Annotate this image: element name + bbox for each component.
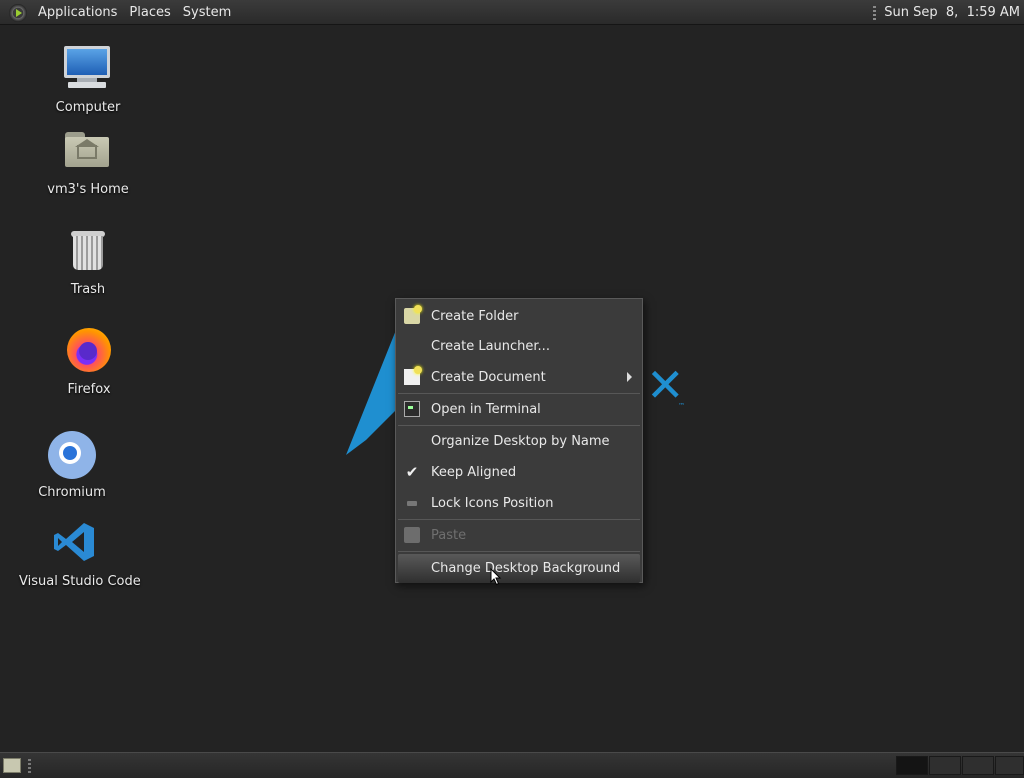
lock-icon bbox=[407, 501, 417, 506]
desktop-icon-home[interactable]: vm3's Home bbox=[33, 126, 143, 197]
home-folder-icon bbox=[62, 126, 114, 178]
menu-item-label: Organize Desktop by Name bbox=[431, 434, 610, 449]
vscode-icon bbox=[48, 518, 100, 570]
trademark-icon: ™ bbox=[678, 402, 685, 410]
menu-applications[interactable]: Applications bbox=[32, 0, 123, 25]
trash-icon bbox=[62, 226, 114, 278]
bottom-panel bbox=[0, 752, 1024, 778]
menu-item-keep-aligned[interactable]: ✔ Keep Aligned bbox=[396, 457, 642, 488]
menu-places[interactable]: Places bbox=[123, 0, 176, 25]
workspace-3[interactable] bbox=[962, 756, 994, 775]
menu-item-create-folder[interactable]: Create Folder bbox=[396, 301, 642, 331]
clock[interactable]: Sun Sep 8, 1:59 AM bbox=[884, 5, 1024, 20]
show-desktop-icon[interactable] bbox=[3, 758, 21, 773]
menu-item-paste: Paste bbox=[396, 520, 642, 551]
menu-system[interactable]: System bbox=[177, 0, 237, 25]
desktop-icon-trash[interactable]: Trash bbox=[33, 226, 143, 297]
applications-logo-icon[interactable] bbox=[9, 3, 27, 22]
menu-item-label: Create Document bbox=[431, 370, 546, 385]
check-icon: ✔ bbox=[405, 463, 419, 481]
paste-icon bbox=[404, 527, 420, 543]
menu-item-lock-icons[interactable]: Lock Icons Position bbox=[396, 488, 642, 519]
menu-item-open-terminal[interactable]: Open in Terminal bbox=[396, 394, 642, 425]
computer-icon bbox=[62, 44, 114, 96]
menu-item-label: Change Desktop Background bbox=[431, 561, 621, 576]
desktop-icon-label: Trash bbox=[70, 282, 106, 297]
clock-area: Sun Sep 8, 1:59 AM bbox=[873, 0, 1024, 25]
menu-separator bbox=[398, 551, 640, 552]
panel-handle-icon[interactable] bbox=[28, 759, 31, 773]
submenu-arrow-icon bbox=[627, 372, 632, 382]
menu-item-create-document[interactable]: Create Document bbox=[396, 362, 642, 393]
workspace-1[interactable] bbox=[896, 756, 928, 775]
desktop-icon-label: Firefox bbox=[67, 382, 111, 397]
desktop-icon-label: Chromium bbox=[38, 485, 106, 500]
firefox-icon bbox=[63, 326, 115, 378]
menu-item-organize-desktop[interactable]: Organize Desktop by Name bbox=[396, 426, 642, 457]
terminal-icon bbox=[404, 401, 420, 417]
top-panel: Applications Places System Sun Sep 8, 1:… bbox=[0, 0, 1024, 25]
desktop-icon-firefox[interactable]: Firefox bbox=[34, 326, 144, 397]
menu-item-create-launcher[interactable]: Create Launcher... bbox=[396, 331, 642, 362]
desktop-context-menu: Create Folder Create Launcher... Create … bbox=[395, 298, 643, 583]
desktop-icon-chromium[interactable]: Chromium bbox=[17, 429, 127, 500]
desktop-icon-computer[interactable]: Computer bbox=[33, 44, 143, 115]
menu-item-label: Keep Aligned bbox=[431, 465, 517, 480]
desktop-icon-label: Computer bbox=[55, 100, 121, 115]
chromium-icon bbox=[46, 429, 98, 481]
top-menu-bar: Applications Places System bbox=[0, 0, 237, 25]
menu-item-change-background[interactable]: Change Desktop Background bbox=[398, 554, 640, 583]
workspace-2[interactable] bbox=[929, 756, 961, 775]
folder-new-icon bbox=[404, 305, 422, 324]
desktop-icon-label: Visual Studio Code bbox=[19, 574, 141, 589]
panel-handle-icon[interactable] bbox=[873, 5, 877, 20]
menu-item-label: Lock Icons Position bbox=[431, 496, 554, 511]
desktop-icon-vscode[interactable]: Visual Studio Code bbox=[19, 518, 141, 589]
document-new-icon bbox=[404, 366, 422, 385]
menu-item-label: Paste bbox=[431, 528, 467, 543]
workspace-4[interactable] bbox=[995, 756, 1024, 775]
menu-item-label: Create Folder bbox=[431, 308, 519, 324]
menu-item-label: Create Launcher... bbox=[431, 339, 550, 354]
desktop-icon-label: vm3's Home bbox=[47, 182, 129, 197]
menu-item-label: Open in Terminal bbox=[431, 402, 541, 417]
